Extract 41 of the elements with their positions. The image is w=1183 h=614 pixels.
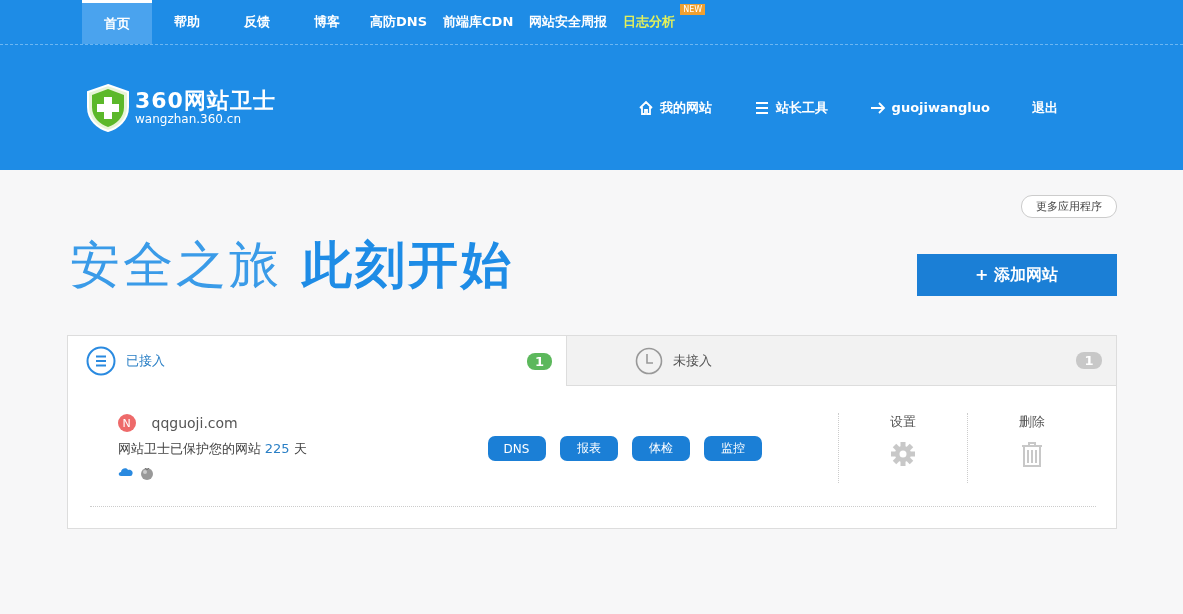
header-link[interactable]: guojiwangluo (869, 98, 990, 117)
site-domain: qqguoji.com (151, 415, 238, 431)
shield-plus-icon (85, 82, 131, 133)
hero-title: 此刻开始 (301, 235, 514, 296)
cloud-icon (117, 466, 134, 477)
clock-icon (635, 346, 663, 375)
menu-icon (753, 99, 770, 116)
add-site-button[interactable]: + 添加网站 (916, 254, 1117, 296)
nav-link[interactable]: 反馈 (222, 0, 292, 44)
header-link[interactable]: 站长工具 (753, 98, 828, 117)
count-badge: 1 (526, 352, 552, 370)
ball-icon (139, 466, 154, 480)
nav-link[interactable]: 网站安全周报 (521, 0, 616, 44)
delete-label: 删除 (1018, 413, 1045, 431)
trash-icon[interactable] (1020, 441, 1043, 467)
site-action-button[interactable]: 报表 (559, 436, 618, 461)
new-badge: NEW (680, 4, 706, 15)
logo-url: wangzhan.360.cn (135, 113, 242, 126)
nav-link[interactable]: 日志分析 NEW (615, 0, 708, 44)
settings-icon[interactable] (889, 441, 916, 467)
nav-link[interactable]: 高防DNS (362, 0, 436, 44)
site-action-button[interactable]: 监控 (703, 436, 762, 461)
site-action-button[interactable]: 体检 (631, 436, 690, 461)
site-initial-avatar: N (117, 414, 136, 432)
arrow-icon (869, 99, 886, 116)
tab-label: 未接入 (673, 351, 712, 370)
more-apps-button[interactable]: 更多应用程序 (1020, 195, 1117, 218)
protection-text: 网站卫士已保护您的网站 225 天 (117, 440, 308, 458)
hero-title: 安全之旅 (69, 235, 282, 296)
list-icon (85, 346, 116, 376)
home-icon (637, 99, 654, 116)
settings-label: 设置 (889, 413, 916, 431)
site-action-button[interactable]: DNS (487, 436, 546, 461)
logo-title: 360网站卫士 (135, 89, 276, 113)
header-link[interactable]: 我的网站 (637, 98, 712, 117)
nav-link[interactable]: 前端库CDN (435, 0, 522, 44)
nav-link[interactable]: 博客 (292, 0, 362, 44)
nav-link[interactable]: 首页 (82, 0, 152, 44)
nav-link[interactable]: 帮助 (152, 0, 222, 44)
header-link[interactable]: 退出 (1032, 98, 1058, 117)
tab-label: 已接入 (125, 352, 165, 370)
